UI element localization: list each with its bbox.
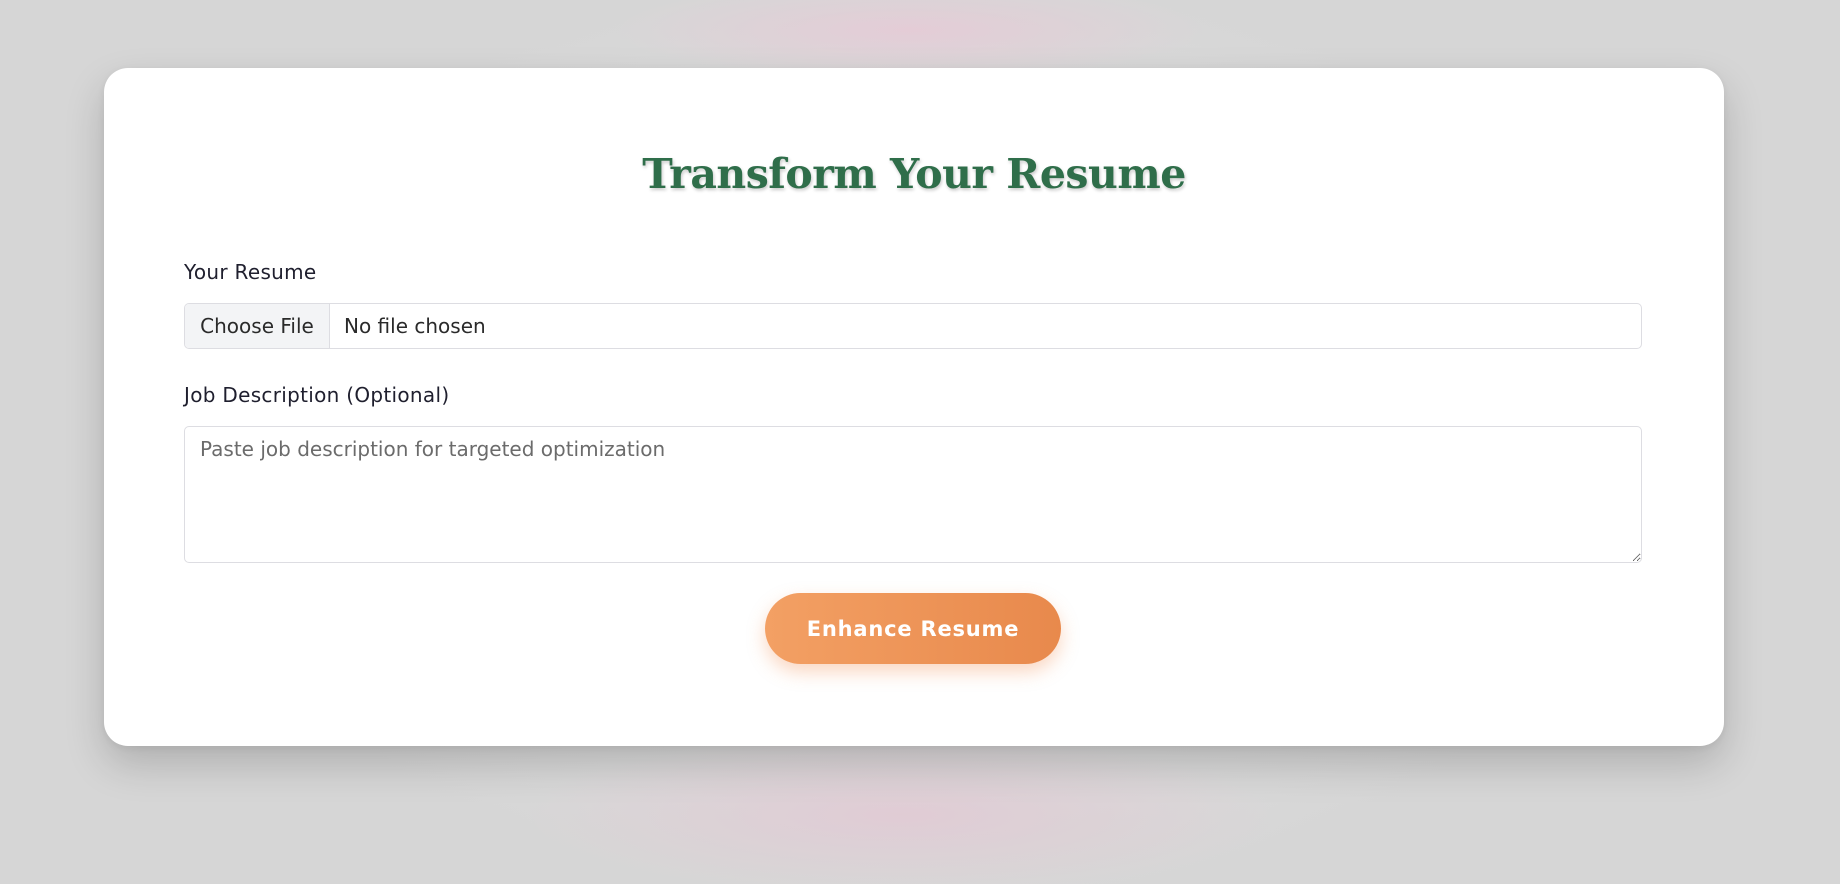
resume-form-card: Transform Your Resume Your Resume Choose… [104, 68, 1724, 746]
job-description-textarea[interactable] [184, 426, 1642, 563]
file-status-text: No file chosen [344, 314, 486, 338]
page-title: Transform Your Resume [642, 150, 1186, 198]
job-description-label: Job Description (Optional) [184, 383, 450, 407]
choose-file-button[interactable]: Choose File [185, 304, 330, 348]
enhance-resume-button[interactable]: Enhance Resume [765, 593, 1061, 664]
resume-file-input[interactable]: Choose File No file chosen [184, 303, 1642, 349]
resume-label: Your Resume [184, 260, 317, 284]
